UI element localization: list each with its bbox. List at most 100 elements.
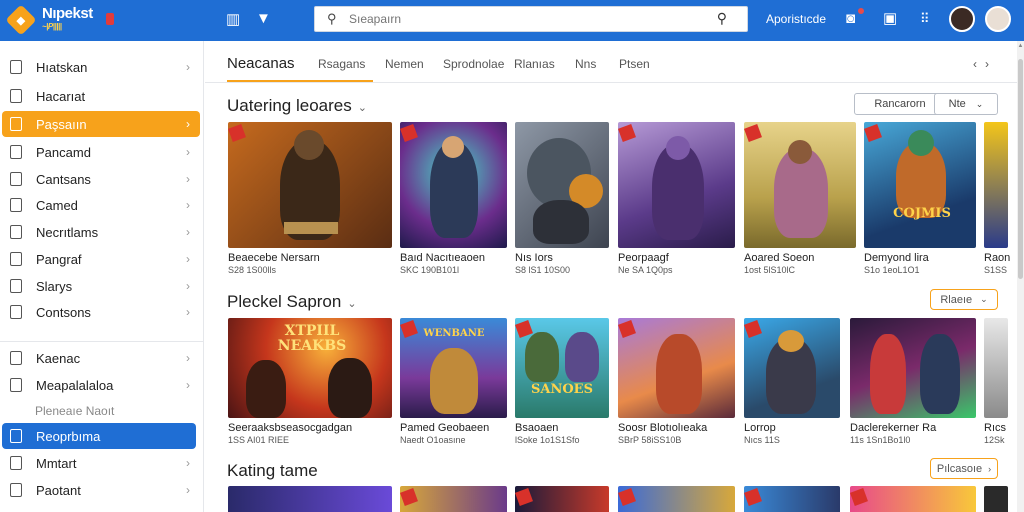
- sidebar-item-14[interactable]: Mmtart ›: [2, 450, 200, 476]
- sidebar-item-11[interactable]: Kaenac ›: [2, 345, 200, 371]
- search-submit-icon[interactable]: ⚲: [717, 10, 727, 27]
- game-thumbnail[interactable]: [618, 122, 735, 248]
- card-title: Nıs Iors: [515, 252, 553, 264]
- camera-icon[interactable]: ◙: [846, 11, 855, 27]
- chevron-down-icon: ⌄: [975, 98, 984, 109]
- game-thumbnail[interactable]: [744, 122, 856, 248]
- tab-5[interactable]: Rlanıas: [514, 57, 555, 71]
- grid-icon[interactable]: ▥: [226, 12, 240, 28]
- tab-6[interactable]: Nns: [575, 57, 596, 71]
- card-title: Aoared Soeon: [744, 252, 815, 264]
- sidebar-item-3[interactable]: Paşsaıın ›: [2, 111, 200, 137]
- app-logo[interactable]: ◆ Nıpekst ~|P|||||: [5, 4, 114, 36]
- notification-dot: [858, 8, 864, 14]
- active-tab-indicator: [227, 80, 373, 82]
- game-thumbnail[interactable]: COJMIS: [864, 122, 976, 248]
- chevron-right-icon: ›: [186, 456, 190, 470]
- tab-1[interactable]: Neacanas: [227, 55, 295, 72]
- sidebar-item-9[interactable]: Slarys ›: [2, 273, 200, 299]
- card-subtitle: lSoke 1o1S1Sfo: [515, 435, 580, 445]
- admin-link[interactable]: Aporistıcde: [766, 12, 826, 26]
- scrollbar[interactable]: ▲: [1017, 41, 1024, 512]
- sidebar-item-4[interactable]: Pancamd ›: [2, 139, 200, 165]
- calendar-icon: [10, 378, 22, 392]
- game-thumbnail[interactable]: [618, 486, 735, 512]
- sidebar-item-12[interactable]: Meapalalaloa ›: [2, 372, 200, 398]
- doc-icon: [10, 351, 22, 365]
- game-thumbnail[interactable]: [850, 318, 976, 418]
- tab-3[interactable]: Nemen: [385, 57, 424, 71]
- card-subtitle: 11s 1Sn1Bo1l0: [850, 435, 911, 445]
- sidebar-muted-label: Pleneaıe Naoıt: [35, 404, 115, 418]
- game-thumbnail[interactable]: [850, 486, 976, 512]
- card-subtitle: S8 lS1 10S00: [515, 265, 571, 275]
- section-title-1[interactable]: Uatering leoares ⌄: [227, 96, 367, 116]
- tab-2[interactable]: Rsagans: [318, 57, 365, 71]
- doc-icon: [10, 60, 22, 74]
- avatar[interactable]: [949, 6, 975, 32]
- game-thumbnail[interactable]: [744, 486, 840, 512]
- game-thumbnail[interactable]: [984, 122, 1008, 248]
- card-title: Daclerekerner Ra: [850, 422, 937, 434]
- sidebar-item-6[interactable]: Camed ›: [2, 192, 200, 218]
- game-thumbnail[interactable]: [984, 318, 1008, 418]
- tab-4[interactable]: Sprodnolae: [443, 57, 504, 71]
- tab-bar: Neacanas Rsagans Nemen Sprodnolae Rlanıa…: [205, 41, 1017, 83]
- doc-icon: [10, 117, 22, 131]
- sidebar: Hıatskan › Hacarıat Paşsaıın › Pancamd › Ca…: [0, 41, 204, 512]
- chevron-right-icon: ›: [186, 117, 190, 131]
- chevron-right-icon: ›: [186, 378, 190, 392]
- profile-avatar[interactable]: [985, 6, 1011, 32]
- game-thumbnail[interactable]: [228, 122, 392, 248]
- doc-icon: [10, 279, 22, 293]
- sidebar-item-15[interactable]: Paotant ›: [2, 477, 200, 503]
- sidebar-item-7[interactable]: Necrıtlams ›: [2, 219, 200, 245]
- game-thumbnail[interactable]: [515, 122, 609, 248]
- sidebar-item-5[interactable]: Cantsans ›: [2, 166, 200, 192]
- chevron-right-icon: ›: [186, 145, 190, 159]
- chevron-right-icon: ›: [186, 483, 190, 497]
- scroll-up-icon[interactable]: ▲: [1017, 43, 1024, 49]
- game-thumbnail[interactable]: [400, 486, 507, 512]
- game-thumbnail[interactable]: [618, 318, 735, 418]
- top-bar: ◆ Nıpekst ~|P||||| ▥ ▼ ⚲ ⚲ Aporistıcde ◙…: [0, 0, 1024, 41]
- game-thumbnail[interactable]: [228, 486, 392, 512]
- sidebar-item-2[interactable]: Hacarıat: [2, 83, 200, 109]
- scrollbar-thumb[interactable]: [1018, 59, 1023, 279]
- sort-button[interactable]: Rancarorn: [854, 93, 946, 115]
- sidebar-divider: [0, 341, 204, 342]
- chevron-down-icon[interactable]: ▼: [256, 11, 271, 27]
- card-title: Pamed Geobaeen: [400, 422, 490, 434]
- sidebar-item-1[interactable]: Hıatskan ›: [2, 54, 200, 80]
- chevron-down-icon: ⌄: [357, 102, 367, 114]
- section-title-3[interactable]: Kating tame: [227, 461, 318, 481]
- bag-icon[interactable]: ▣: [883, 11, 897, 27]
- game-thumbnail[interactable]: XTPIIL NEAKBS: [228, 318, 392, 418]
- game-thumbnail[interactable]: WENBANE: [400, 318, 507, 418]
- doc-icon: [10, 172, 22, 186]
- view-all-button[interactable]: Pılcasoıe ›: [930, 458, 998, 479]
- game-thumbnail[interactable]: [984, 486, 1008, 512]
- apps-icon[interactable]: ⠿: [920, 11, 930, 27]
- sidebar-item-10[interactable]: Contsons ›: [2, 299, 200, 325]
- game-thumbnail[interactable]: [400, 122, 507, 248]
- more-button[interactable]: Rlaeıe ⌄: [930, 289, 998, 310]
- doc-icon: [10, 89, 22, 103]
- sidebar-item-13[interactable]: Reoprbıma: [2, 423, 196, 449]
- section-title-2[interactable]: Pleckel Sapron ⌄: [227, 292, 357, 312]
- game-thumbnail[interactable]: [515, 486, 609, 512]
- filter-dropdown[interactable]: Nte ⌄: [934, 93, 998, 115]
- card-subtitle: S1SS: [984, 265, 1008, 275]
- chevron-down-icon: ⌄: [347, 298, 357, 310]
- card-subtitle: 12Sk: [984, 435, 1005, 445]
- search-input[interactable]: [349, 10, 709, 28]
- tab-7[interactable]: Ptsen: [619, 57, 650, 71]
- tab-scroll-arrows-icon[interactable]: ‹›: [973, 57, 997, 71]
- doc-icon: [10, 252, 22, 266]
- doc-icon: [10, 225, 22, 239]
- game-thumbnail[interactable]: [744, 318, 840, 418]
- sidebar-item-8[interactable]: Pangraf ›: [2, 246, 200, 272]
- game-thumbnail[interactable]: SANOES: [515, 318, 609, 418]
- logo-badge: [106, 13, 114, 25]
- chevron-down-icon: ⌄: [980, 294, 988, 304]
